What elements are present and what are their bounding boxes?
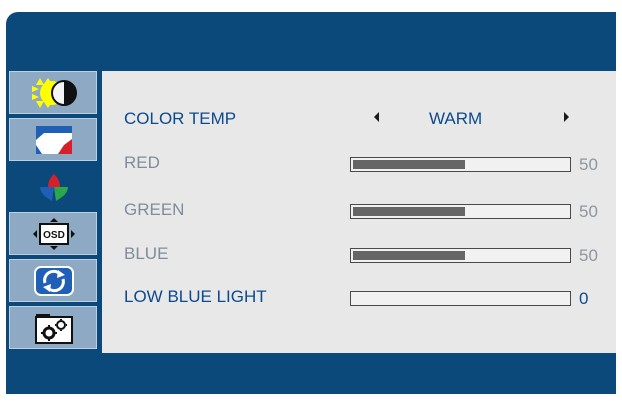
reset-icon	[34, 266, 74, 296]
tab-image[interactable]	[9, 118, 97, 161]
tab-misc[interactable]	[9, 306, 97, 349]
osd-setup-icon: OSD	[33, 218, 75, 250]
blue-value: 50	[579, 246, 598, 265]
previous-arrow-icon[interactable]	[374, 112, 379, 122]
blue-slider[interactable]	[350, 248, 571, 263]
color-setup-icon	[40, 174, 68, 201]
low-blue-light-label: LOW BLUE LIGHT	[124, 287, 267, 306]
green-slider-fill	[353, 207, 465, 216]
blue-label: BLUE	[124, 244, 169, 263]
red-row[interactable]: RED 50	[124, 150, 604, 176]
green-value: 50	[579, 202, 598, 221]
green-row[interactable]: GREEN 50	[124, 197, 604, 223]
tab-reset[interactable]	[9, 259, 97, 302]
color-temp-row[interactable]: COLOR TEMP WARM	[124, 106, 604, 132]
low-blue-light-slider[interactable]	[350, 291, 571, 306]
brightness-contrast-icon	[32, 78, 77, 108]
red-slider-fill	[353, 160, 465, 169]
osd-tabs: OSD	[6, 71, 99, 353]
color-temp-label: COLOR TEMP	[124, 109, 237, 128]
low-blue-light-value: 0	[579, 289, 589, 308]
green-slider[interactable]	[350, 204, 571, 219]
settings-gears-icon	[35, 314, 73, 344]
next-arrow-icon[interactable]	[564, 112, 569, 122]
color-settings-panel: COLOR TEMP WARM RED 50 GREEN 50 BLUE 50 …	[102, 71, 616, 353]
red-label: RED	[124, 153, 160, 172]
blue-row[interactable]: BLUE 50	[124, 241, 604, 267]
image-setup-icon	[36, 126, 72, 154]
tab-brightness[interactable]	[9, 71, 97, 114]
tab-color[interactable]	[9, 165, 97, 208]
osd-window: OSD COLOR TEMP WARM RED 50 GREEN 50 BLUE…	[6, 12, 616, 394]
green-label: GREEN	[124, 200, 185, 219]
red-value: 50	[579, 155, 598, 174]
red-slider[interactable]	[350, 157, 571, 172]
blue-slider-fill	[353, 251, 465, 260]
color-temp-value: WARM	[429, 109, 483, 128]
low-blue-light-row[interactable]: LOW BLUE LIGHT 0	[124, 284, 604, 310]
osd-icon-label: OSD	[43, 230, 65, 241]
tab-osd[interactable]: OSD	[9, 212, 97, 255]
